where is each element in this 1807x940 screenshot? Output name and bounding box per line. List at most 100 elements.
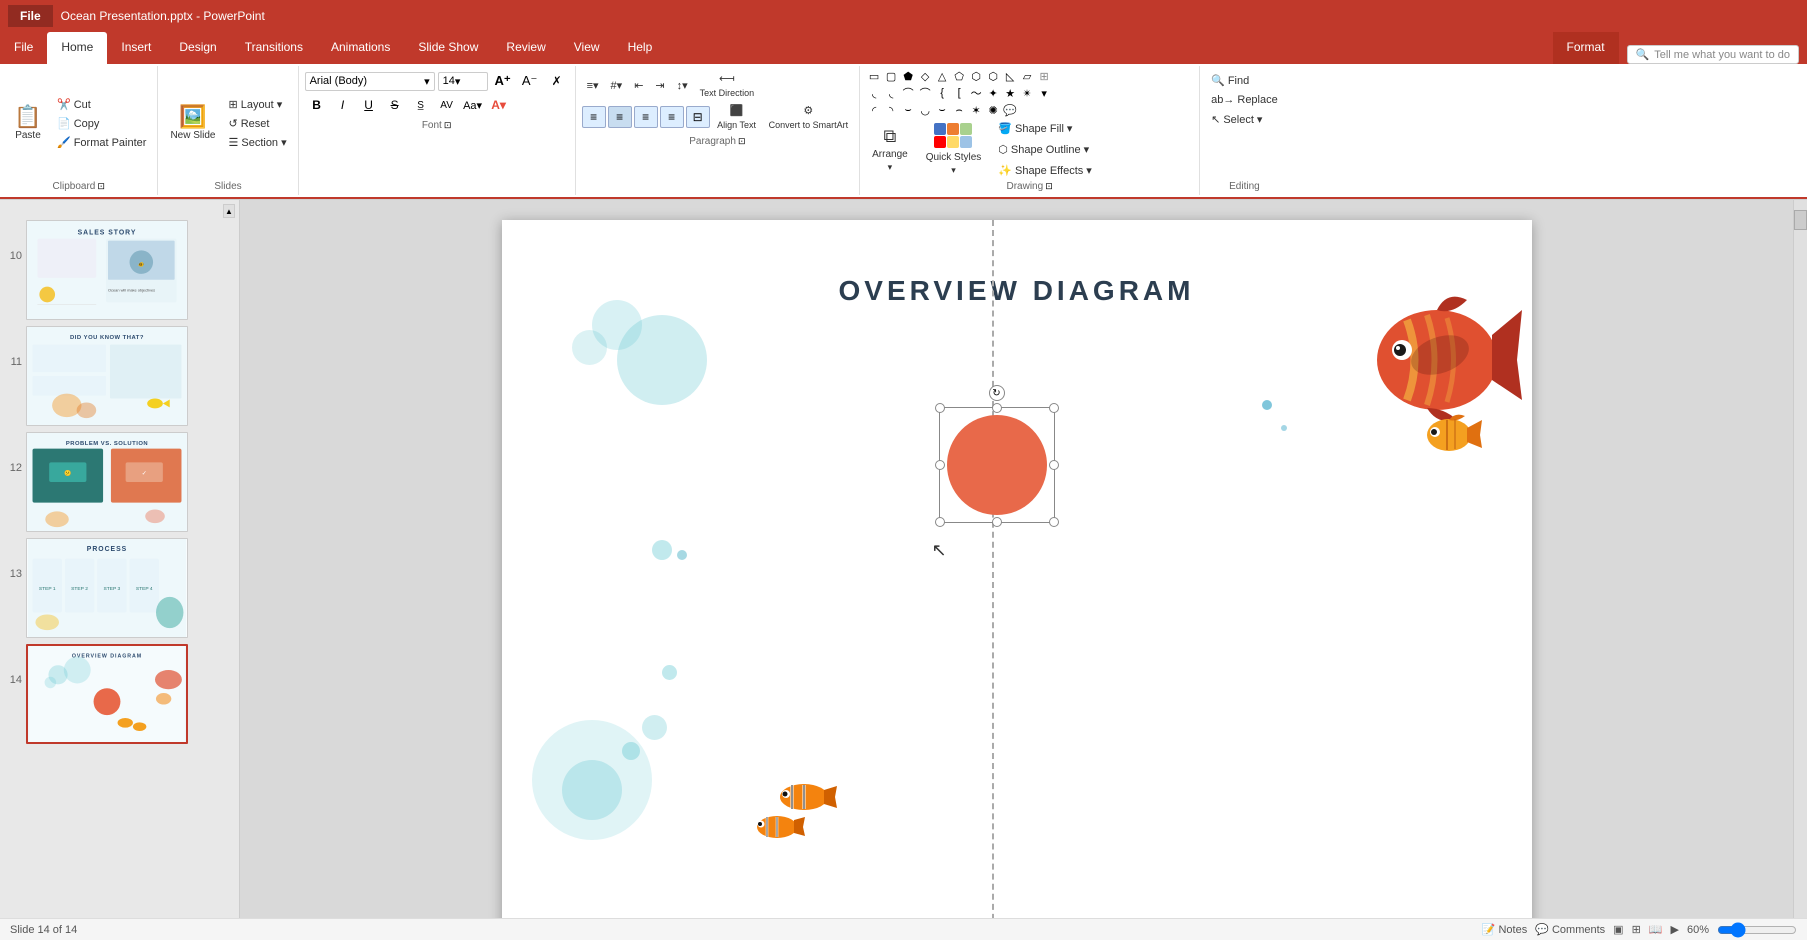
shape-star8[interactable]: ✴ — [1019, 85, 1035, 101]
view-reading[interactable]: 📖 — [1649, 923, 1663, 936]
shape-outline-button[interactable]: ⬡ Shape Outline ▾ — [993, 141, 1097, 158]
shape-bracket[interactable]: [ — [951, 85, 967, 101]
shape-chevron-down[interactable]: ▾ — [1036, 85, 1052, 101]
shape-right-tri[interactable]: ◺ — [1002, 68, 1018, 84]
shape-rt3[interactable]: ⌒ — [900, 85, 916, 101]
handle-tl[interactable] — [935, 403, 945, 413]
shape-star5[interactable]: ★ — [1002, 85, 1018, 101]
canvas-area[interactable]: OVERVIEW DIAGRAM — [240, 200, 1793, 918]
justify-button[interactable]: ≡ — [660, 106, 684, 128]
tab-format[interactable]: Format — [1553, 32, 1619, 64]
section-button[interactable]: ☰ Section ▾ — [223, 134, 291, 151]
shape-oct[interactable]: ⬡ — [985, 68, 1001, 84]
tab-file[interactable]: File — [0, 32, 47, 64]
tell-me-box[interactable]: 🔍 Tell me what you want to do — [1627, 45, 1799, 64]
italic-button[interactable]: I — [331, 94, 355, 116]
scroll-thumb[interactable] — [1794, 210, 1807, 230]
view-slideshow[interactable]: ▶ — [1671, 923, 1679, 936]
rotate-handle[interactable]: ↻ — [989, 385, 1005, 401]
tab-home[interactable]: Home — [47, 32, 107, 64]
reset-button[interactable]: ↺ Reset — [223, 115, 291, 132]
select-button[interactable]: ↖ Select ▾ — [1206, 111, 1283, 128]
shape-more[interactable]: ⊞ — [1036, 68, 1052, 84]
replace-button[interactable]: ab→ Replace — [1206, 92, 1283, 108]
shape-star6[interactable]: ✶ — [968, 102, 984, 118]
slide-item-14[interactable]: 14 OVERVIEW DIAGRAM — [4, 644, 235, 744]
new-slide-button[interactable]: 🖼️ New Slide — [164, 94, 221, 154]
align-right-button[interactable]: ≡ — [634, 106, 658, 128]
slide-thumb-10[interactable]: SALES STORY 🐠 Ocean will make objectives — [26, 220, 188, 320]
handle-ml[interactable] — [935, 460, 945, 470]
slide-thumb-11[interactable]: DID YOU KNOW THAT? — [26, 326, 188, 426]
handle-tr[interactable] — [1049, 403, 1059, 413]
decrease-font-button[interactable]: A⁻ — [518, 70, 542, 92]
shape-c3[interactable]: ⌣ — [900, 102, 916, 118]
drawing-expand-icon[interactable]: ⊡ — [1045, 181, 1053, 192]
slide-thumb-14[interactable]: OVERVIEW DIAGRAM — [26, 644, 188, 744]
shape-wave[interactable]: 〜 — [968, 85, 984, 101]
shape-parallelogram[interactable]: ▱ — [1019, 68, 1035, 84]
shape-effects-button[interactable]: ✨ Shape Effects ▾ — [993, 162, 1097, 179]
slide-item-12[interactable]: 12 PROBLEM VS. SOLUTION 😕 ✓ — [4, 432, 235, 532]
columns-button[interactable]: ⊟ — [686, 106, 710, 128]
shape-fill-button[interactable]: 🪣 Shape Fill ▾ — [993, 120, 1097, 137]
find-button[interactable]: 🔍 Find — [1206, 72, 1283, 89]
copy-button[interactable]: 📄 Copy — [52, 115, 151, 132]
tab-slideshow[interactable]: Slide Show — [404, 32, 492, 64]
view-slide-sorter[interactable]: ⊞ — [1632, 923, 1641, 936]
shape-pentagon[interactable]: ⬠ — [951, 68, 967, 84]
shape-rt2[interactable]: ◟ — [883, 85, 899, 101]
shape-diamond[interactable]: ◇ — [917, 68, 933, 84]
quick-styles-button[interactable]: Quick Styles ▾ — [920, 120, 988, 179]
shape-rect[interactable]: ▭ — [866, 68, 882, 84]
bold-button[interactable]: B — [305, 94, 329, 116]
font-size-select[interactable]: 14 ▾ — [438, 72, 488, 91]
handle-mr[interactable] — [1049, 460, 1059, 470]
paste-button[interactable]: 📋 Paste — [6, 94, 50, 154]
shape-tri[interactable]: △ — [934, 68, 950, 84]
shape-c2[interactable]: ◝ — [883, 102, 899, 118]
shape-c4[interactable]: ◡ — [917, 102, 933, 118]
increase-font-button[interactable]: A⁺ — [491, 70, 515, 92]
handle-br[interactable] — [1049, 517, 1059, 527]
tab-review[interactable]: Review — [492, 32, 559, 64]
shape-c5[interactable]: ⌣ — [934, 102, 950, 118]
cut-button[interactable]: ✂️ Cut — [52, 96, 151, 113]
line-spacing-button[interactable]: ↕▾ — [672, 77, 693, 94]
text-direction-button[interactable]: ⟻ Text Direction — [695, 70, 760, 100]
scrollbar[interactable] — [1793, 200, 1807, 918]
slide-item-13[interactable]: 13 PROCESS STEP 1 STEP 2 STEP 3 STEP 4 — [4, 538, 235, 638]
shape-rounded-rect[interactable]: ▢ — [883, 68, 899, 84]
align-text-button[interactable]: ⬛ Align Text — [712, 102, 762, 132]
font-expand-icon[interactable]: ⊡ — [444, 120, 452, 131]
shape-c1[interactable]: ◜ — [866, 102, 882, 118]
shape-rt1[interactable]: ◟ — [866, 85, 882, 101]
tab-view[interactable]: View — [560, 32, 614, 64]
align-center-button[interactable]: ≡ — [608, 106, 632, 128]
zoom-slider[interactable] — [1717, 922, 1797, 938]
shape-hexagon[interactable]: ⬡ — [968, 68, 984, 84]
shape-star4[interactable]: ✦ — [985, 85, 1001, 101]
shape-star16[interactable]: ✺ — [985, 102, 1001, 118]
convert-smartart-button[interactable]: ⚙ Convert to SmartArt — [764, 102, 854, 132]
selected-shape-container[interactable]: ↻ — [947, 415, 1047, 515]
change-case-button[interactable]: Aa▾ — [461, 94, 485, 116]
font-family-select[interactable]: Arial (Body) ▾ — [305, 72, 435, 91]
strikethrough-button[interactable]: S — [383, 94, 407, 116]
handle-bc[interactable] — [992, 517, 1002, 527]
arrange-button[interactable]: ⧉ Arrange ▾ — [866, 122, 914, 177]
slide-item-11[interactable]: 11 DID YOU KNOW THAT? — [4, 326, 235, 426]
slide-item-10[interactable]: 10 SALES STORY 🐠 Ocean will make objecti… — [4, 220, 235, 320]
shadow-button[interactable]: S̲ — [409, 94, 433, 116]
clipboard-expand-icon[interactable]: ⊡ — [97, 181, 105, 192]
numbering-button[interactable]: #▾ — [606, 77, 628, 94]
underline-button[interactable]: U — [357, 94, 381, 116]
slide-thumb-13[interactable]: PROCESS STEP 1 STEP 2 STEP 3 STEP 4 — [26, 538, 188, 638]
slide-thumb-12[interactable]: PROBLEM VS. SOLUTION 😕 ✓ — [26, 432, 188, 532]
tab-design[interactable]: Design — [165, 32, 230, 64]
shape-brace[interactable]: { — [934, 85, 950, 101]
tab-insert[interactable]: Insert — [107, 32, 165, 64]
handle-tc[interactable] — [992, 403, 1002, 413]
shape-rt4[interactable]: ⌒ — [917, 85, 933, 101]
notes-button[interactable]: 📝 Notes — [1482, 923, 1528, 936]
